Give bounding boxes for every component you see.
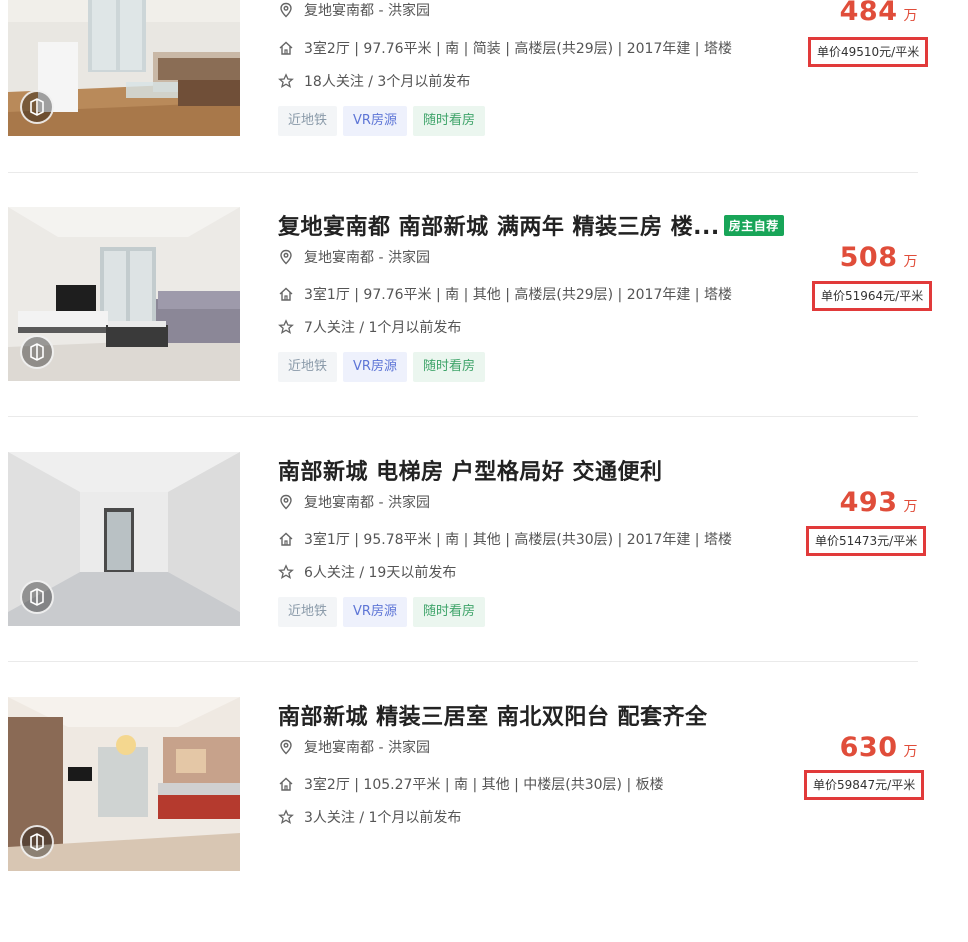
community-link[interactable]: 复地宴南都 - 洪家园 <box>304 492 430 512</box>
divider <box>8 416 918 417</box>
specs-text: 3室1厅 | 97.76平米 | 南 | 其他 | 高楼层(共29层) | 20… <box>304 287 732 303</box>
unit-price: 单价51473元/平米 <box>806 526 927 556</box>
listing-title-text[interactable]: 南部新城 电梯房 户型格局好 交通便利 <box>278 460 662 485</box>
follow-text: 3人关注 / 1个月以前发布 <box>304 810 462 826</box>
tag-anytime-visit[interactable]: 随时看房 <box>412 106 485 136</box>
specs-line: 3室1厅 | 97.76平米 | 南 | 其他 | 高楼层(共29层) | 20… <box>278 284 732 304</box>
price-value: 508 <box>839 242 898 273</box>
location-pin-icon <box>280 2 292 18</box>
divider <box>8 661 918 662</box>
price-unit: 万 <box>903 499 918 515</box>
community-link[interactable]: 复地宴南都 - 洪家园 <box>304 247 430 267</box>
community-link[interactable]: 复地宴南都 - 洪家园 <box>304 0 430 20</box>
house-icon <box>279 287 293 301</box>
listing-title[interactable]: 复地宴南都 南部新城 满两年 精装三房 楼... 房主自荐 <box>278 209 784 241</box>
tag-list: 近地铁 VR房源 随时看房 <box>278 597 485 627</box>
community-line: 复地宴南都 - 洪家园 <box>278 737 430 757</box>
tag-anytime-visit[interactable]: 随时看房 <box>412 352 485 382</box>
vr-badge-icon[interactable] <box>20 335 54 369</box>
listing-photo[interactable] <box>8 452 240 626</box>
specs-text: 3室1厅 | 95.78平米 | 南 | 其他 | 高楼层(共30层) | 20… <box>304 532 732 548</box>
total-price: 508 万 <box>840 242 918 273</box>
unit-price: 单价59847元/平米 <box>804 770 925 800</box>
tag-near-subway[interactable]: 近地铁 <box>278 597 338 627</box>
tag-vr[interactable]: VR房源 <box>343 352 407 382</box>
follow-line: 7人关注 / 1个月以前发布 <box>278 317 461 337</box>
listing-title[interactable]: 南部新城 电梯房 户型格局好 交通便利 <box>278 454 662 486</box>
specs-text: 3室2厅 | 97.76平米 | 南 | 简装 | 高楼层(共29层) | 20… <box>304 41 732 57</box>
vr-badge-icon[interactable] <box>20 580 54 614</box>
listing-card: 南部新城 精装三居室 南北双阳台 配套齐全 复地宴南都 - 洪家园 3室2厅 |… <box>0 697 968 942</box>
listing-title-text[interactable]: 南部新城 精装三居室 南北双阳台 配套齐全 <box>278 705 707 730</box>
tag-near-subway[interactable]: 近地铁 <box>278 352 338 382</box>
total-price: 630 万 <box>840 732 918 763</box>
listing-photo[interactable] <box>8 207 240 381</box>
price-unit: 万 <box>903 254 918 270</box>
specs-line: 3室1厅 | 95.78平米 | 南 | 其他 | 高楼层(共30层) | 20… <box>278 529 732 549</box>
price-value: 484 <box>839 0 898 27</box>
location-pin-icon <box>280 249 292 265</box>
house-icon <box>279 777 293 791</box>
price-value: 630 <box>839 732 898 763</box>
specs-line: 3室2厅 | 105.27平米 | 南 | 其他 | 中楼层(共30层) | 板… <box>278 774 664 794</box>
community-line: 复地宴南都 - 洪家园 <box>278 0 430 20</box>
price-value: 493 <box>839 487 898 518</box>
specs-text: 3室2厅 | 105.27平米 | 南 | 其他 | 中楼层(共30层) | 板… <box>304 777 664 793</box>
star-icon[interactable] <box>278 809 294 825</box>
tag-vr[interactable]: VR房源 <box>343 597 407 627</box>
vr-badge-icon[interactable] <box>20 825 54 859</box>
total-price: 484 万 <box>840 0 918 27</box>
location-pin-icon <box>280 494 292 510</box>
tag-vr[interactable]: VR房源 <box>343 106 407 136</box>
listing-title[interactable]: 南部新城 精装三居室 南北双阳台 配套齐全 <box>278 699 707 731</box>
follow-line: 18人关注 / 3个月以前发布 <box>278 71 470 91</box>
unit-price: 单价49510元/平米 <box>808 37 929 67</box>
listing-photo[interactable] <box>8 697 240 871</box>
tag-near-subway[interactable]: 近地铁 <box>278 106 338 136</box>
follow-line: 6人关注 / 19天以前发布 <box>278 562 456 582</box>
community-link[interactable]: 复地宴南都 - 洪家园 <box>304 737 430 757</box>
community-line: 复地宴南都 - 洪家园 <box>278 247 430 267</box>
location-pin-icon <box>280 739 292 755</box>
star-icon[interactable] <box>278 564 294 580</box>
listing-card: 复地宴南都 - 洪家园 3室2厅 | 97.76平米 | 南 | 简装 | 高楼… <box>0 0 968 207</box>
tag-anytime-visit[interactable]: 随时看房 <box>412 597 485 627</box>
house-icon <box>279 532 293 546</box>
community-line: 复地宴南都 - 洪家园 <box>278 492 430 512</box>
follow-text: 6人关注 / 19天以前发布 <box>304 565 457 581</box>
tag-list: 近地铁 VR房源 随时看房 <box>278 352 485 382</box>
divider <box>8 172 918 173</box>
unit-price: 单价51964元/平米 <box>812 281 933 311</box>
follow-line: 3人关注 / 1个月以前发布 <box>278 807 461 827</box>
tag-list: 近地铁 VR房源 随时看房 <box>278 106 485 136</box>
house-icon <box>279 41 293 55</box>
listing-title-text[interactable]: 复地宴南都 南部新城 满两年 精装三房 楼... <box>278 215 720 240</box>
star-icon[interactable] <box>278 73 294 89</box>
follow-text: 7人关注 / 1个月以前发布 <box>304 320 462 336</box>
star-icon[interactable] <box>278 319 294 335</box>
price-unit: 万 <box>903 8 918 24</box>
total-price: 493 万 <box>840 487 918 518</box>
vr-badge-icon[interactable] <box>20 90 54 124</box>
price-unit: 万 <box>903 744 918 760</box>
follow-text: 18人关注 / 3个月以前发布 <box>304 74 471 90</box>
owner-recommend-badge: 房主自荐 <box>723 215 784 236</box>
specs-line: 3室2厅 | 97.76平米 | 南 | 简装 | 高楼层(共29层) | 20… <box>278 38 732 58</box>
listing-photo[interactable] <box>8 0 240 136</box>
